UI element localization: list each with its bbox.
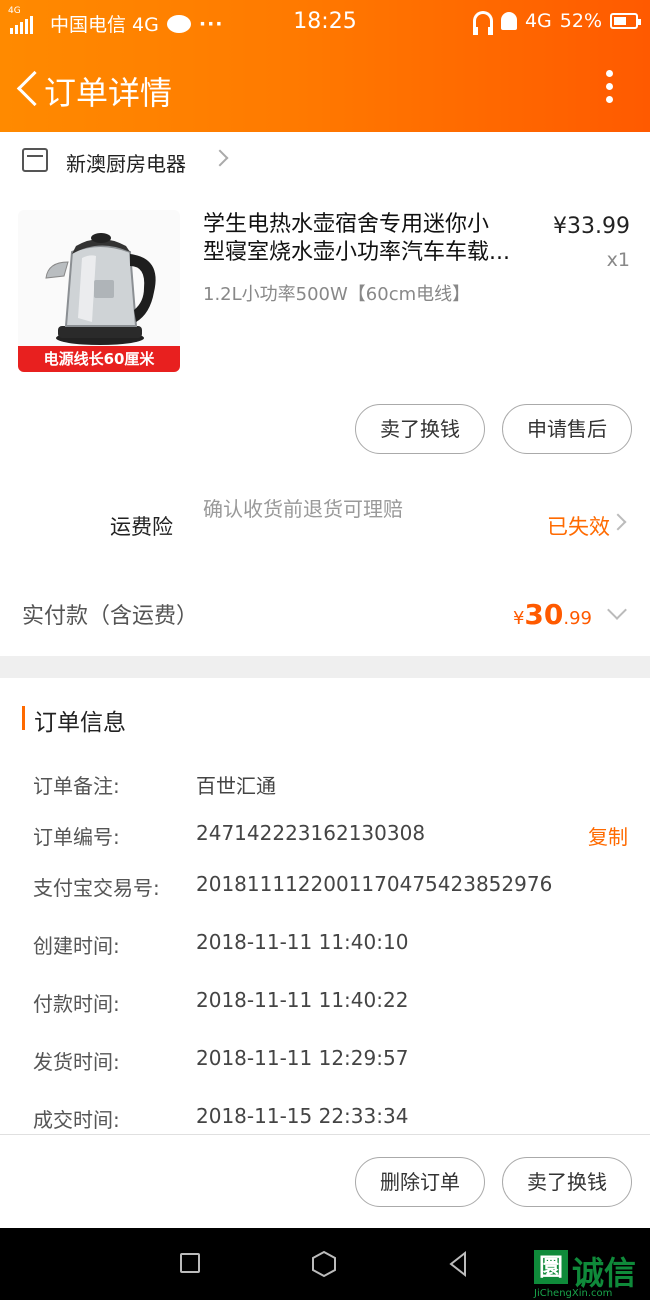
section-divider	[0, 656, 650, 678]
info-key: 订单备注:	[33, 774, 120, 798]
info-key: 成交时间:	[33, 1108, 120, 1132]
info-key: 订单编号:	[33, 825, 120, 849]
info-key: 发货时间:	[33, 1050, 120, 1074]
status-bar: 4G 中国电信 4G ··· 18:25 4G 52%	[0, 0, 650, 46]
headset-icon	[472, 11, 493, 35]
chevron-right-icon	[211, 149, 229, 167]
sell-for-cash-button-bottom[interactable]: 卖了换钱	[502, 1157, 632, 1207]
info-key: 支付宝交易号:	[33, 876, 160, 900]
order-info-row-completed: 成交时间: 2018-11-15 22:33:34	[0, 1096, 650, 1136]
copy-order-number-button[interactable]: 复制	[588, 821, 628, 850]
bottom-divider	[0, 1134, 650, 1135]
order-info-row-created: 创建时间: 2018-11-11 11:40:10	[0, 922, 650, 962]
order-info-row-paid: 付款时间: 2018-11-11 11:40:22	[0, 980, 650, 1020]
chevron-down-icon[interactable]	[607, 600, 627, 620]
product-title[interactable]: 学生电热水壶宿舍专用迷你小 型寝室烧水壶小功率汽车车载...	[203, 211, 533, 267]
info-value: 2018-11-11 11:40:10	[196, 930, 409, 954]
info-value: 2018111122001170475423852976	[196, 872, 553, 896]
sell-for-cash-button[interactable]: 卖了换钱	[355, 404, 485, 454]
mute-bell-icon	[500, 12, 517, 30]
kettle-image	[45, 233, 156, 345]
order-info-row-number: 订单编号: 247142223162130308 复制	[0, 813, 650, 853]
product-title-line1: 学生电热水壶宿舍专用迷你小	[203, 212, 490, 237]
chevron-right-icon[interactable]	[609, 513, 627, 531]
back-button[interactable]	[12, 70, 48, 110]
freight-insurance-desc: 确认收货前退货可理赔	[203, 497, 403, 521]
delete-order-button[interactable]: 删除订单	[355, 1157, 485, 1207]
status-right: 4G 52%	[472, 10, 641, 35]
shop-icon	[22, 148, 48, 172]
page-title: 订单详情	[44, 74, 173, 112]
order-info-title: 订单信息	[34, 710, 126, 736]
paid-amount-label: 实付款（含运费）	[22, 604, 199, 629]
info-value: 2018-11-11 12:29:57	[196, 1046, 409, 1070]
info-value: 247142223162130308	[196, 821, 426, 845]
freight-insurance-label: 运费险	[110, 515, 173, 539]
product-price: ¥33.99	[553, 214, 630, 239]
home-hexagon-icon[interactable]	[310, 1250, 338, 1278]
paid-decimal: .99	[563, 608, 592, 629]
paid-amount: ¥30.99	[513, 598, 592, 631]
network-label: 4G	[524, 10, 552, 32]
order-info-row-shipped: 发货时间: 2018-11-11 12:29:57	[0, 1038, 650, 1078]
battery-icon	[610, 13, 641, 29]
shop-name: 新澳厨房电器	[66, 152, 186, 176]
info-key: 付款时间:	[33, 992, 120, 1016]
nav-back-icon[interactable]	[445, 1250, 471, 1278]
order-info-row-alipay: 支付宝交易号: 2018111122001170475423852976	[0, 864, 650, 904]
more-menu-button[interactable]	[606, 70, 614, 106]
product-spec: 1.2L小功率500W【60cm电线】	[203, 284, 471, 305]
info-value: 2018-11-11 11:40:22	[196, 988, 409, 1012]
recent-apps-icon[interactable]	[180, 1253, 200, 1273]
product-image[interactable]: 电源线长60厘米	[18, 210, 180, 372]
order-info-row-note: 订单备注: 百世汇通	[0, 762, 650, 802]
watermark-logo: 圜 诚信 JiChengXin.com	[532, 1250, 650, 1300]
section-accent-bar	[22, 706, 25, 730]
watermark-mark: 圜	[534, 1250, 568, 1284]
freight-insurance-status[interactable]: 已失效	[547, 511, 610, 541]
info-value: 百世汇通	[196, 774, 276, 798]
watermark-url: JiChengXin.com	[534, 1288, 613, 1299]
product-title-line2: 型寝室烧水壶小功率汽车车载...	[203, 240, 510, 265]
app-header: 订单详情	[0, 46, 650, 132]
paid-currency: ¥	[512, 608, 525, 629]
info-key: 创建时间:	[33, 934, 120, 958]
after-sale-button[interactable]: 申请售后	[502, 404, 632, 454]
shop-row[interactable]: 新澳厨房电器	[0, 132, 650, 188]
battery-percent: 52%	[559, 10, 602, 32]
info-value: 2018-11-15 22:33:34	[196, 1104, 409, 1128]
product-image-tag: 电源线长60厘米	[18, 346, 180, 372]
product-quantity: x1	[606, 249, 630, 271]
paid-integer: 30	[524, 598, 564, 631]
